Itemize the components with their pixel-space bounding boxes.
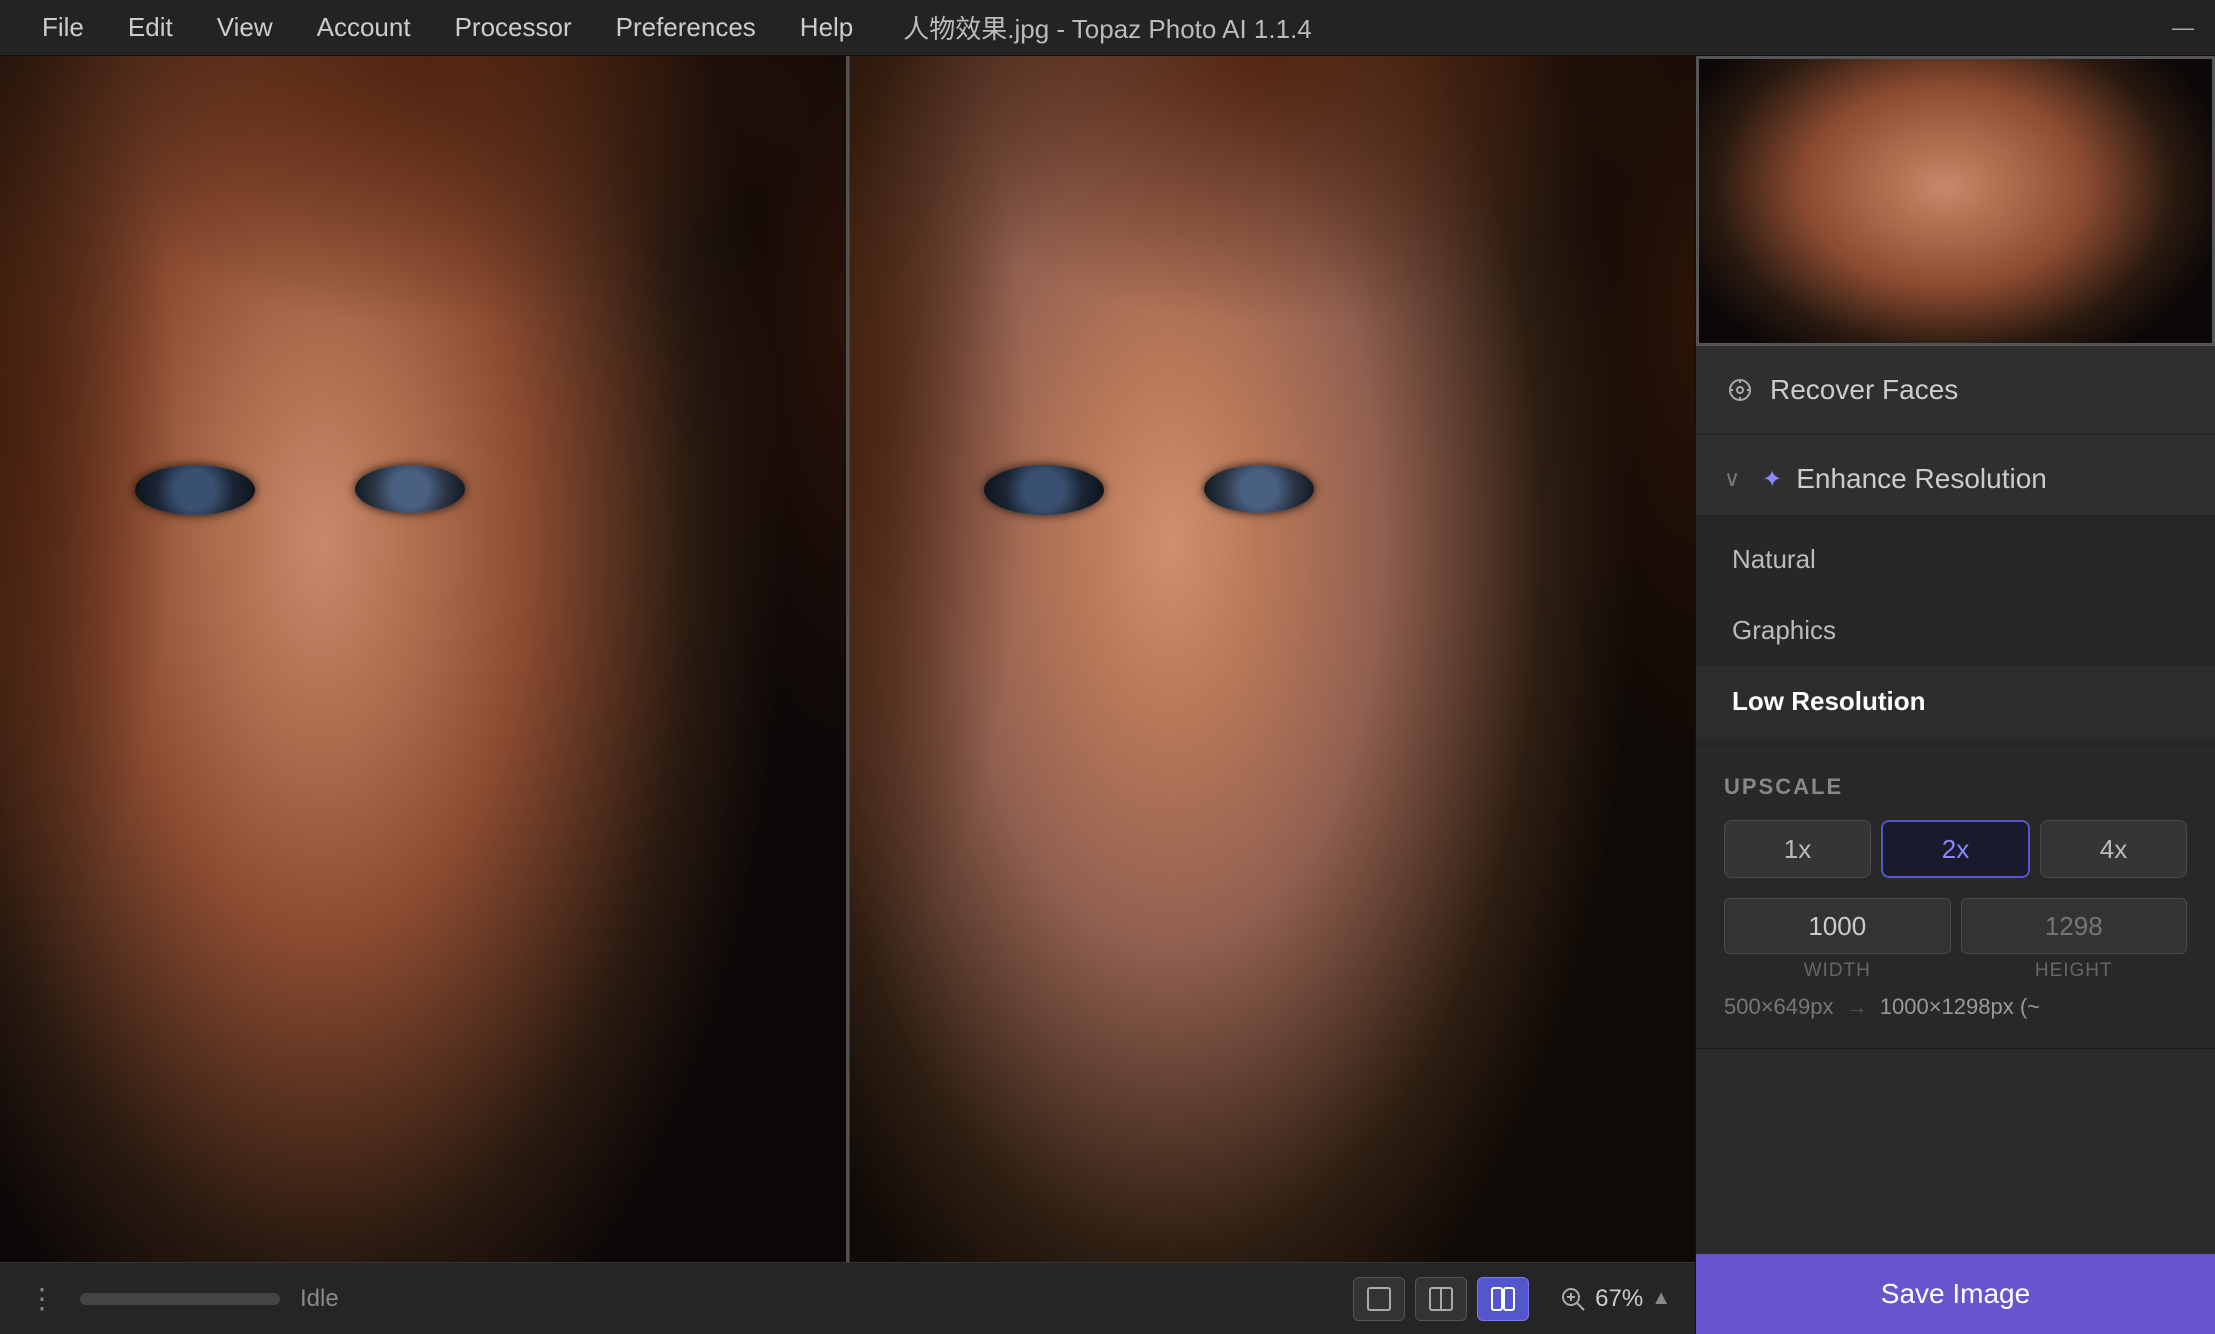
upscale-label: UPSCALE bbox=[1724, 774, 2187, 800]
zoom-level: 67% bbox=[1595, 1285, 1643, 1313]
zoom-expand-icon[interactable]: ▲ bbox=[1651, 1287, 1671, 1310]
model-natural[interactable]: Natural bbox=[1696, 524, 2215, 595]
menu-processor[interactable]: Processor bbox=[433, 0, 594, 55]
upscale-4x-button[interactable]: 4x bbox=[2040, 820, 2187, 878]
zoom-icon bbox=[1559, 1285, 1587, 1313]
upscale-buttons: 1x 2x 4x bbox=[1724, 820, 2187, 878]
model-list: Natural Graphics Low Resolution bbox=[1696, 516, 2215, 746]
recover-faces-section[interactable]: Recover Faces bbox=[1696, 346, 2215, 435]
eye-right-left-panel bbox=[355, 465, 465, 513]
model-graphics[interactable]: Graphics bbox=[1696, 595, 2215, 666]
right-image-panel bbox=[849, 56, 1695, 1334]
view-split-v-button[interactable] bbox=[1477, 1277, 1529, 1321]
width-label: WIDTH bbox=[1724, 960, 1951, 982]
menubar: File Edit View Account Processor Prefere… bbox=[0, 0, 875, 55]
thumbnail-border bbox=[1696, 56, 2215, 346]
window-controls: — bbox=[2171, 16, 2195, 40]
thumbnail-container bbox=[1696, 56, 2215, 346]
menu-preferences[interactable]: Preferences bbox=[594, 0, 778, 55]
enhance-resolution-section[interactable]: ∨ ✦ Enhance Resolution bbox=[1696, 435, 2215, 516]
eye-left-right-panel bbox=[984, 465, 1104, 515]
model-low-resolution[interactable]: Low Resolution bbox=[1696, 666, 2215, 737]
view-single-button[interactable] bbox=[1353, 1277, 1405, 1321]
recover-faces-icon bbox=[1724, 374, 1756, 406]
menu-view[interactable]: View bbox=[195, 0, 295, 55]
zoom-control: 67% ▲ bbox=[1559, 1285, 1671, 1313]
menu-file[interactable]: File bbox=[20, 0, 106, 55]
upscale-section: UPSCALE 1x 2x 4x WIDTH HEIGHT bbox=[1696, 746, 2215, 1049]
status-label: Idle bbox=[300, 1285, 339, 1313]
view-controls bbox=[1353, 1277, 1529, 1321]
save-image-button[interactable]: Save Image bbox=[1696, 1254, 2215, 1334]
upscale-1x-button[interactable]: 1x bbox=[1724, 820, 1871, 878]
resolution-arrow-icon: → bbox=[1846, 994, 1874, 1019]
upscale-2x-button[interactable]: 2x bbox=[1881, 820, 2030, 878]
menu-edit[interactable]: Edit bbox=[106, 0, 195, 55]
window-title: 人物效果.jpg - Topaz Photo AI 1.1.4 bbox=[903, 9, 1312, 46]
enhance-res-sparkle-icon: ✦ bbox=[1762, 465, 1782, 494]
menu-account[interactable]: Account bbox=[295, 0, 433, 55]
image-area: ⋮ Idle bbox=[0, 56, 1695, 1334]
main-layout: ⋮ Idle bbox=[0, 56, 2215, 1334]
progress-bar bbox=[80, 1293, 280, 1305]
height-input[interactable] bbox=[1961, 898, 2188, 954]
height-label: HEIGHT bbox=[1961, 960, 2188, 982]
dimension-inputs: WIDTH HEIGHT bbox=[1724, 898, 2187, 982]
skin-overlay-right bbox=[849, 56, 1695, 1334]
resolution-info: 500×649px → 1000×1298px (~ bbox=[1724, 994, 2187, 1020]
bottom-toolbar: ⋮ Idle bbox=[0, 1262, 1695, 1334]
left-image-panel bbox=[0, 56, 849, 1334]
resolution-after: 1000×1298px (~ bbox=[1880, 994, 2040, 1019]
skin-overlay-left bbox=[0, 56, 846, 1334]
minimize-button[interactable]: — bbox=[2171, 16, 2195, 40]
width-input[interactable] bbox=[1724, 898, 1951, 954]
panel-content: Recover Faces ∨ ✦ Enhance Resolution Nat… bbox=[1696, 346, 2215, 1254]
view-split-h-button[interactable] bbox=[1415, 1277, 1467, 1321]
enhance-resolution-title: Enhance Resolution bbox=[1796, 463, 2047, 495]
eye-left bbox=[135, 465, 255, 515]
enhance-res-chevron: ∨ bbox=[1724, 466, 1740, 492]
menu-help[interactable]: Help bbox=[778, 0, 875, 55]
before-image bbox=[0, 56, 846, 1334]
resolution-before: 500×649px bbox=[1724, 994, 1834, 1019]
right-panel: Recover Faces ∨ ✦ Enhance Resolution Nat… bbox=[1695, 56, 2215, 1334]
width-input-group: WIDTH bbox=[1724, 898, 1951, 982]
toolbar-menu-dots[interactable]: ⋮ bbox=[24, 1281, 60, 1317]
recover-faces-title: Recover Faces bbox=[1770, 374, 1958, 406]
height-input-group: HEIGHT bbox=[1961, 898, 2188, 982]
titlebar: File Edit View Account Processor Prefere… bbox=[0, 0, 2215, 56]
eye-right-right-panel bbox=[1204, 465, 1314, 513]
after-image bbox=[849, 56, 1695, 1334]
